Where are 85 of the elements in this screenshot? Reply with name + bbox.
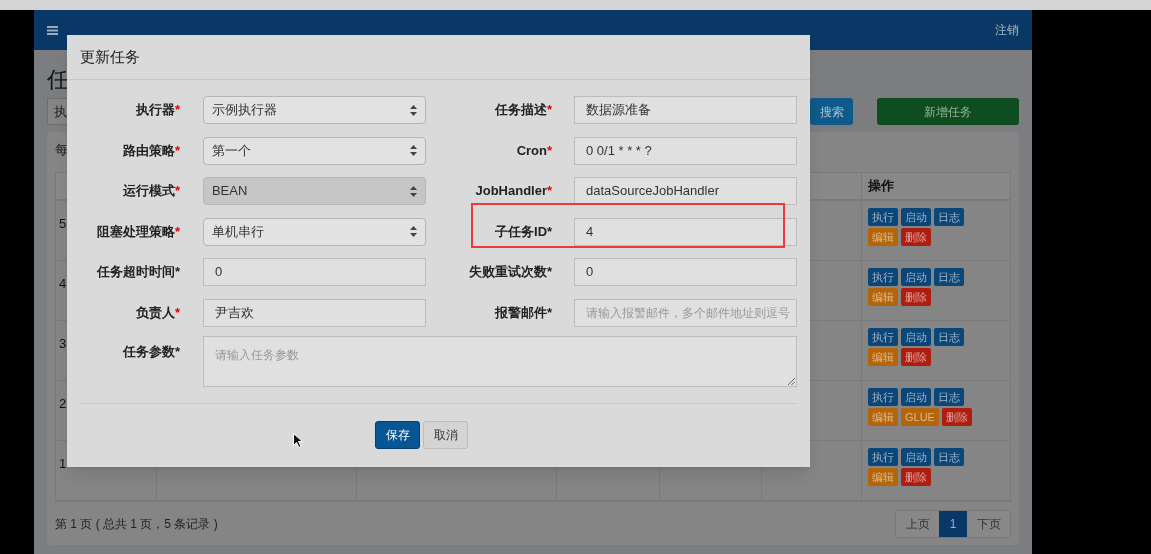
logout-link[interactable]: 注销 <box>995 21 1019 39</box>
field-label: 负责人 <box>135 303 175 322</box>
input-field[interactable]: 0 0/1 * * * ? <box>574 136 797 165</box>
action-button[interactable]: 编辑 <box>868 348 898 366</box>
action-button[interactable]: 启动 <box>901 328 931 346</box>
select-arrows-icon <box>410 104 418 116</box>
required-mark: * <box>174 343 180 361</box>
select-field[interactable]: 第一个 <box>202 136 427 165</box>
action-button[interactable]: 编辑 <box>868 288 898 306</box>
page-button[interactable]: 1 <box>939 511 967 537</box>
action-button[interactable]: 删除 <box>901 288 931 306</box>
add-task-button[interactable]: 新增任务 <box>877 98 1019 125</box>
dialog-title: 更新任务 <box>80 46 140 67</box>
menu-icon[interactable] <box>47 25 58 35</box>
cursor-icon <box>293 433 303 448</box>
pagination-summary: 第 1 页 ( 总共 1 页，5 条记录 ) <box>55 516 218 533</box>
action-button[interactable]: 编辑 <box>868 228 898 246</box>
required-mark: * <box>174 101 180 120</box>
search-button[interactable]: 搜索 <box>810 98 853 125</box>
field-label: 任务描述 <box>495 101 547 120</box>
required-mark: * <box>547 222 553 241</box>
action-button[interactable]: 启动 <box>901 448 931 466</box>
action-button[interactable]: 删除 <box>901 228 931 246</box>
input-field[interactable]: 0 <box>202 258 427 286</box>
required-mark: * <box>174 303 180 322</box>
input-field[interactable]: 0 <box>574 258 797 286</box>
action-button[interactable]: 启动 <box>901 388 931 406</box>
action-button[interactable]: 删除 <box>901 468 931 486</box>
required-mark: * <box>547 141 553 160</box>
required-mark: * <box>174 222 180 241</box>
field-label: 阻塞处理策略 <box>96 222 175 241</box>
action-button[interactable]: 删除 <box>901 348 931 366</box>
input-field[interactable]: 尹吉欢 <box>202 298 427 327</box>
required-mark: * <box>547 263 553 282</box>
action-button[interactable]: 删除 <box>941 408 972 426</box>
table-cell: 2 <box>59 396 67 411</box>
required-mark: * <box>174 182 180 201</box>
table-cell: 5 <box>59 216 67 231</box>
field-label: Cron <box>516 141 547 160</box>
field-label: 报警邮件 <box>495 303 547 322</box>
page-title: 任 <box>47 66 70 94</box>
select-arrows-icon <box>410 145 418 156</box>
action-button[interactable]: 执行 <box>868 448 898 466</box>
field-label: 子任务ID <box>495 222 547 241</box>
action-button[interactable]: 日志 <box>934 268 964 286</box>
resize-handle-icon[interactable] <box>788 378 795 385</box>
field-label: 任务超时时间 <box>96 263 175 282</box>
action-button[interactable]: 日志 <box>934 388 964 406</box>
required-mark: * <box>547 101 553 120</box>
column-header: 操作 <box>868 177 894 196</box>
table-cell: 1 <box>59 456 67 471</box>
field-label: JobHandler <box>475 182 547 201</box>
required-mark: * <box>174 141 180 160</box>
field-label: 运行模式 <box>122 182 175 201</box>
select-field[interactable]: 示例执行器 <box>202 96 427 124</box>
action-button[interactable]: 执行 <box>868 328 898 346</box>
field-label: 任务参数 <box>122 343 175 361</box>
required-mark: * <box>547 182 553 201</box>
action-button[interactable]: 执行 <box>868 268 898 286</box>
action-button[interactable]: 编辑 <box>868 468 898 486</box>
input-field[interactable]: 4 <box>574 217 797 246</box>
table-cell: 3 <box>59 336 67 351</box>
field-label: 执行器 <box>135 101 175 120</box>
select-field[interactable]: 单机串行 <box>202 217 427 246</box>
select-arrows-icon <box>410 226 418 237</box>
input-field[interactable]: 数据源准备 <box>574 96 797 124</box>
action-button[interactable]: GLUE <box>901 408 939 426</box>
cancel-button[interactable]: 取消 <box>423 421 468 449</box>
action-button[interactable]: 执行 <box>868 388 898 406</box>
action-button[interactable]: 日志 <box>934 328 964 346</box>
action-button[interactable]: 执行 <box>868 208 898 226</box>
per-page-label: 每 <box>55 141 68 156</box>
action-button[interactable]: 启动 <box>901 208 931 226</box>
action-button[interactable]: 日志 <box>934 208 964 226</box>
required-mark: * <box>174 263 180 282</box>
select-arrows-icon <box>410 185 418 197</box>
action-button[interactable]: 日志 <box>934 448 964 466</box>
required-mark: * <box>547 303 553 322</box>
save-button[interactable]: 保存 <box>375 421 420 449</box>
action-button[interactable]: 编辑 <box>868 408 898 426</box>
table-cell: 4 <box>59 276 67 291</box>
input-field[interactable]: dataSourceJobHandler <box>574 177 797 205</box>
field-label: 路由策略 <box>122 141 175 160</box>
action-button[interactable]: 启动 <box>901 268 931 286</box>
field-label: 失败重试次数 <box>469 263 547 282</box>
